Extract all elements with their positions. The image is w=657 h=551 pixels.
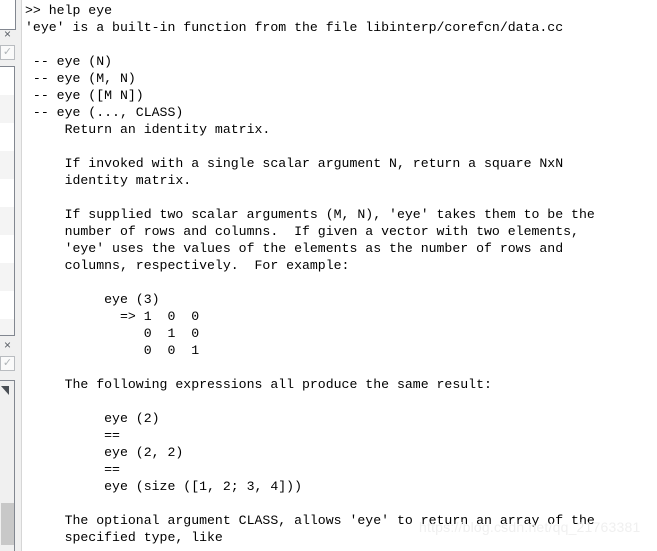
dock-list-panel[interactable] [0, 66, 15, 336]
list-item[interactable] [0, 319, 14, 335]
terminal-line: => 1 0 0 [25, 309, 200, 324]
scrollbar-thumb[interactable] [1, 503, 14, 545]
terminal-line: eye (size ([1, 2; 3, 4])) [25, 479, 302, 494]
terminal-line: The following expressions all produce th… [25, 377, 492, 392]
terminal-line: number of rows and columns. If given a v… [25, 224, 579, 239]
terminal-line: If invoked with a single scalar argument… [25, 156, 564, 171]
dock-panel-bottom [0, 380, 15, 551]
terminal-line: eye (2) [25, 411, 160, 426]
terminal-line: eye (2, 2) [25, 445, 184, 460]
triangle-indicator-icon [1, 386, 9, 395]
terminal-line: eye (3) [25, 292, 160, 307]
list-item[interactable] [0, 291, 14, 319]
terminal-line: >> help eye [25, 3, 113, 18]
terminal-line: Return an identity matrix. [25, 122, 271, 137]
terminal-line: 0 1 0 [25, 326, 200, 341]
list-item[interactable] [0, 151, 14, 179]
list-item[interactable] [0, 179, 14, 207]
close-icon[interactable]: × [1, 28, 14, 41]
terminal-line: == [25, 428, 120, 443]
terminal-line: If supplied two scalar arguments (M, N),… [25, 207, 595, 222]
terminal-line: 0 0 1 [25, 343, 200, 358]
octave-command-window: × ✓ × ✓ >> help eye 'eye' is a built-in f… [0, 0, 657, 551]
list-item[interactable] [0, 123, 14, 151]
terminal-line: -- eye (..., CLASS) [25, 105, 184, 120]
list-item[interactable] [0, 235, 14, 263]
terminal-line: columns, respectively. For example: [25, 258, 350, 273]
terminal-line: -- eye (N) [25, 54, 113, 69]
dock-panel-top [0, 0, 16, 30]
terminal-output: >> help eye 'eye' is a built-in function … [25, 2, 657, 551]
close-icon[interactable]: × [1, 339, 14, 352]
terminal-line: identity matrix. [25, 173, 192, 188]
list-item[interactable] [0, 207, 14, 235]
checkbox-checked-icon[interactable]: ✓ [0, 356, 15, 371]
command-window-pane[interactable]: >> help eye 'eye' is a built-in function … [22, 0, 657, 551]
terminal-line: -- eye (M, N) [25, 71, 136, 86]
terminal-line: 'eye' uses the values of the elements as… [25, 241, 564, 256]
terminal-line: == [25, 462, 120, 477]
list-item[interactable] [0, 95, 14, 123]
terminal-line: -- eye ([M N]) [25, 88, 144, 103]
list-item[interactable] [0, 67, 14, 95]
list-item[interactable] [0, 263, 14, 291]
terminal-line: 'eye' is a built-in function from the fi… [25, 20, 564, 35]
watermark: https://blog.csdn.net/qq_21763381 [419, 519, 641, 535]
left-dock-strip: × ✓ × ✓ [0, 0, 22, 551]
checkbox-checked-icon[interactable]: ✓ [0, 45, 15, 60]
